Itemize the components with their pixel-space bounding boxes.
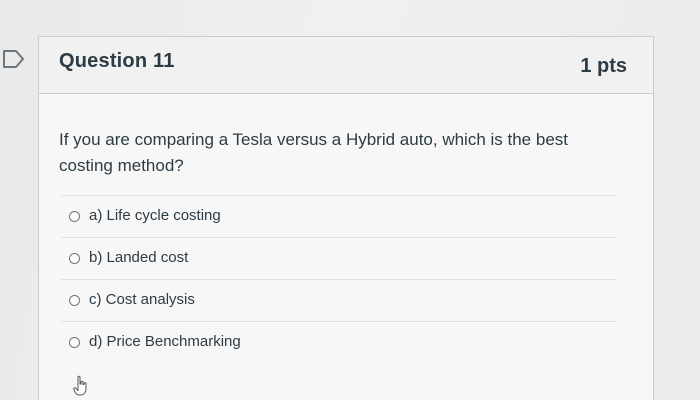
question-card: Question 11 1 pts If you are comparing a… <box>38 36 654 400</box>
radio-unchecked-icon[interactable] <box>69 253 80 264</box>
flag-question-icon[interactable] <box>2 49 26 69</box>
answer-option-b[interactable]: b) Landed cost <box>61 237 617 279</box>
radio-unchecked-icon[interactable] <box>69 295 80 306</box>
question-header: Question 11 1 pts <box>39 37 653 94</box>
question-text: If you are comparing a Tesla versus a Hy… <box>59 130 568 175</box>
answer-label[interactable]: d) Price Benchmarking <box>89 333 241 350</box>
answer-option-d[interactable]: d) Price Benchmarking <box>61 321 617 363</box>
answer-label[interactable]: a) Life cycle costing <box>89 207 221 224</box>
answer-label[interactable]: b) Landed cost <box>89 249 188 266</box>
question-body: If you are comparing a Tesla versus a Hy… <box>39 94 653 400</box>
answer-list: a) Life cycle costing b) Landed cost c) … <box>61 195 617 363</box>
answer-option-a[interactable]: a) Life cycle costing <box>61 195 617 237</box>
question-points: 1 pts <box>580 55 627 77</box>
answer-option-c[interactable]: c) Cost analysis <box>61 279 617 321</box>
answer-label[interactable]: c) Cost analysis <box>89 291 195 308</box>
radio-unchecked-icon[interactable] <box>69 211 80 222</box>
question-title: Question 11 <box>59 50 175 72</box>
mouse-pointer-hand-icon <box>73 375 87 396</box>
radio-unchecked-icon[interactable] <box>69 337 80 348</box>
